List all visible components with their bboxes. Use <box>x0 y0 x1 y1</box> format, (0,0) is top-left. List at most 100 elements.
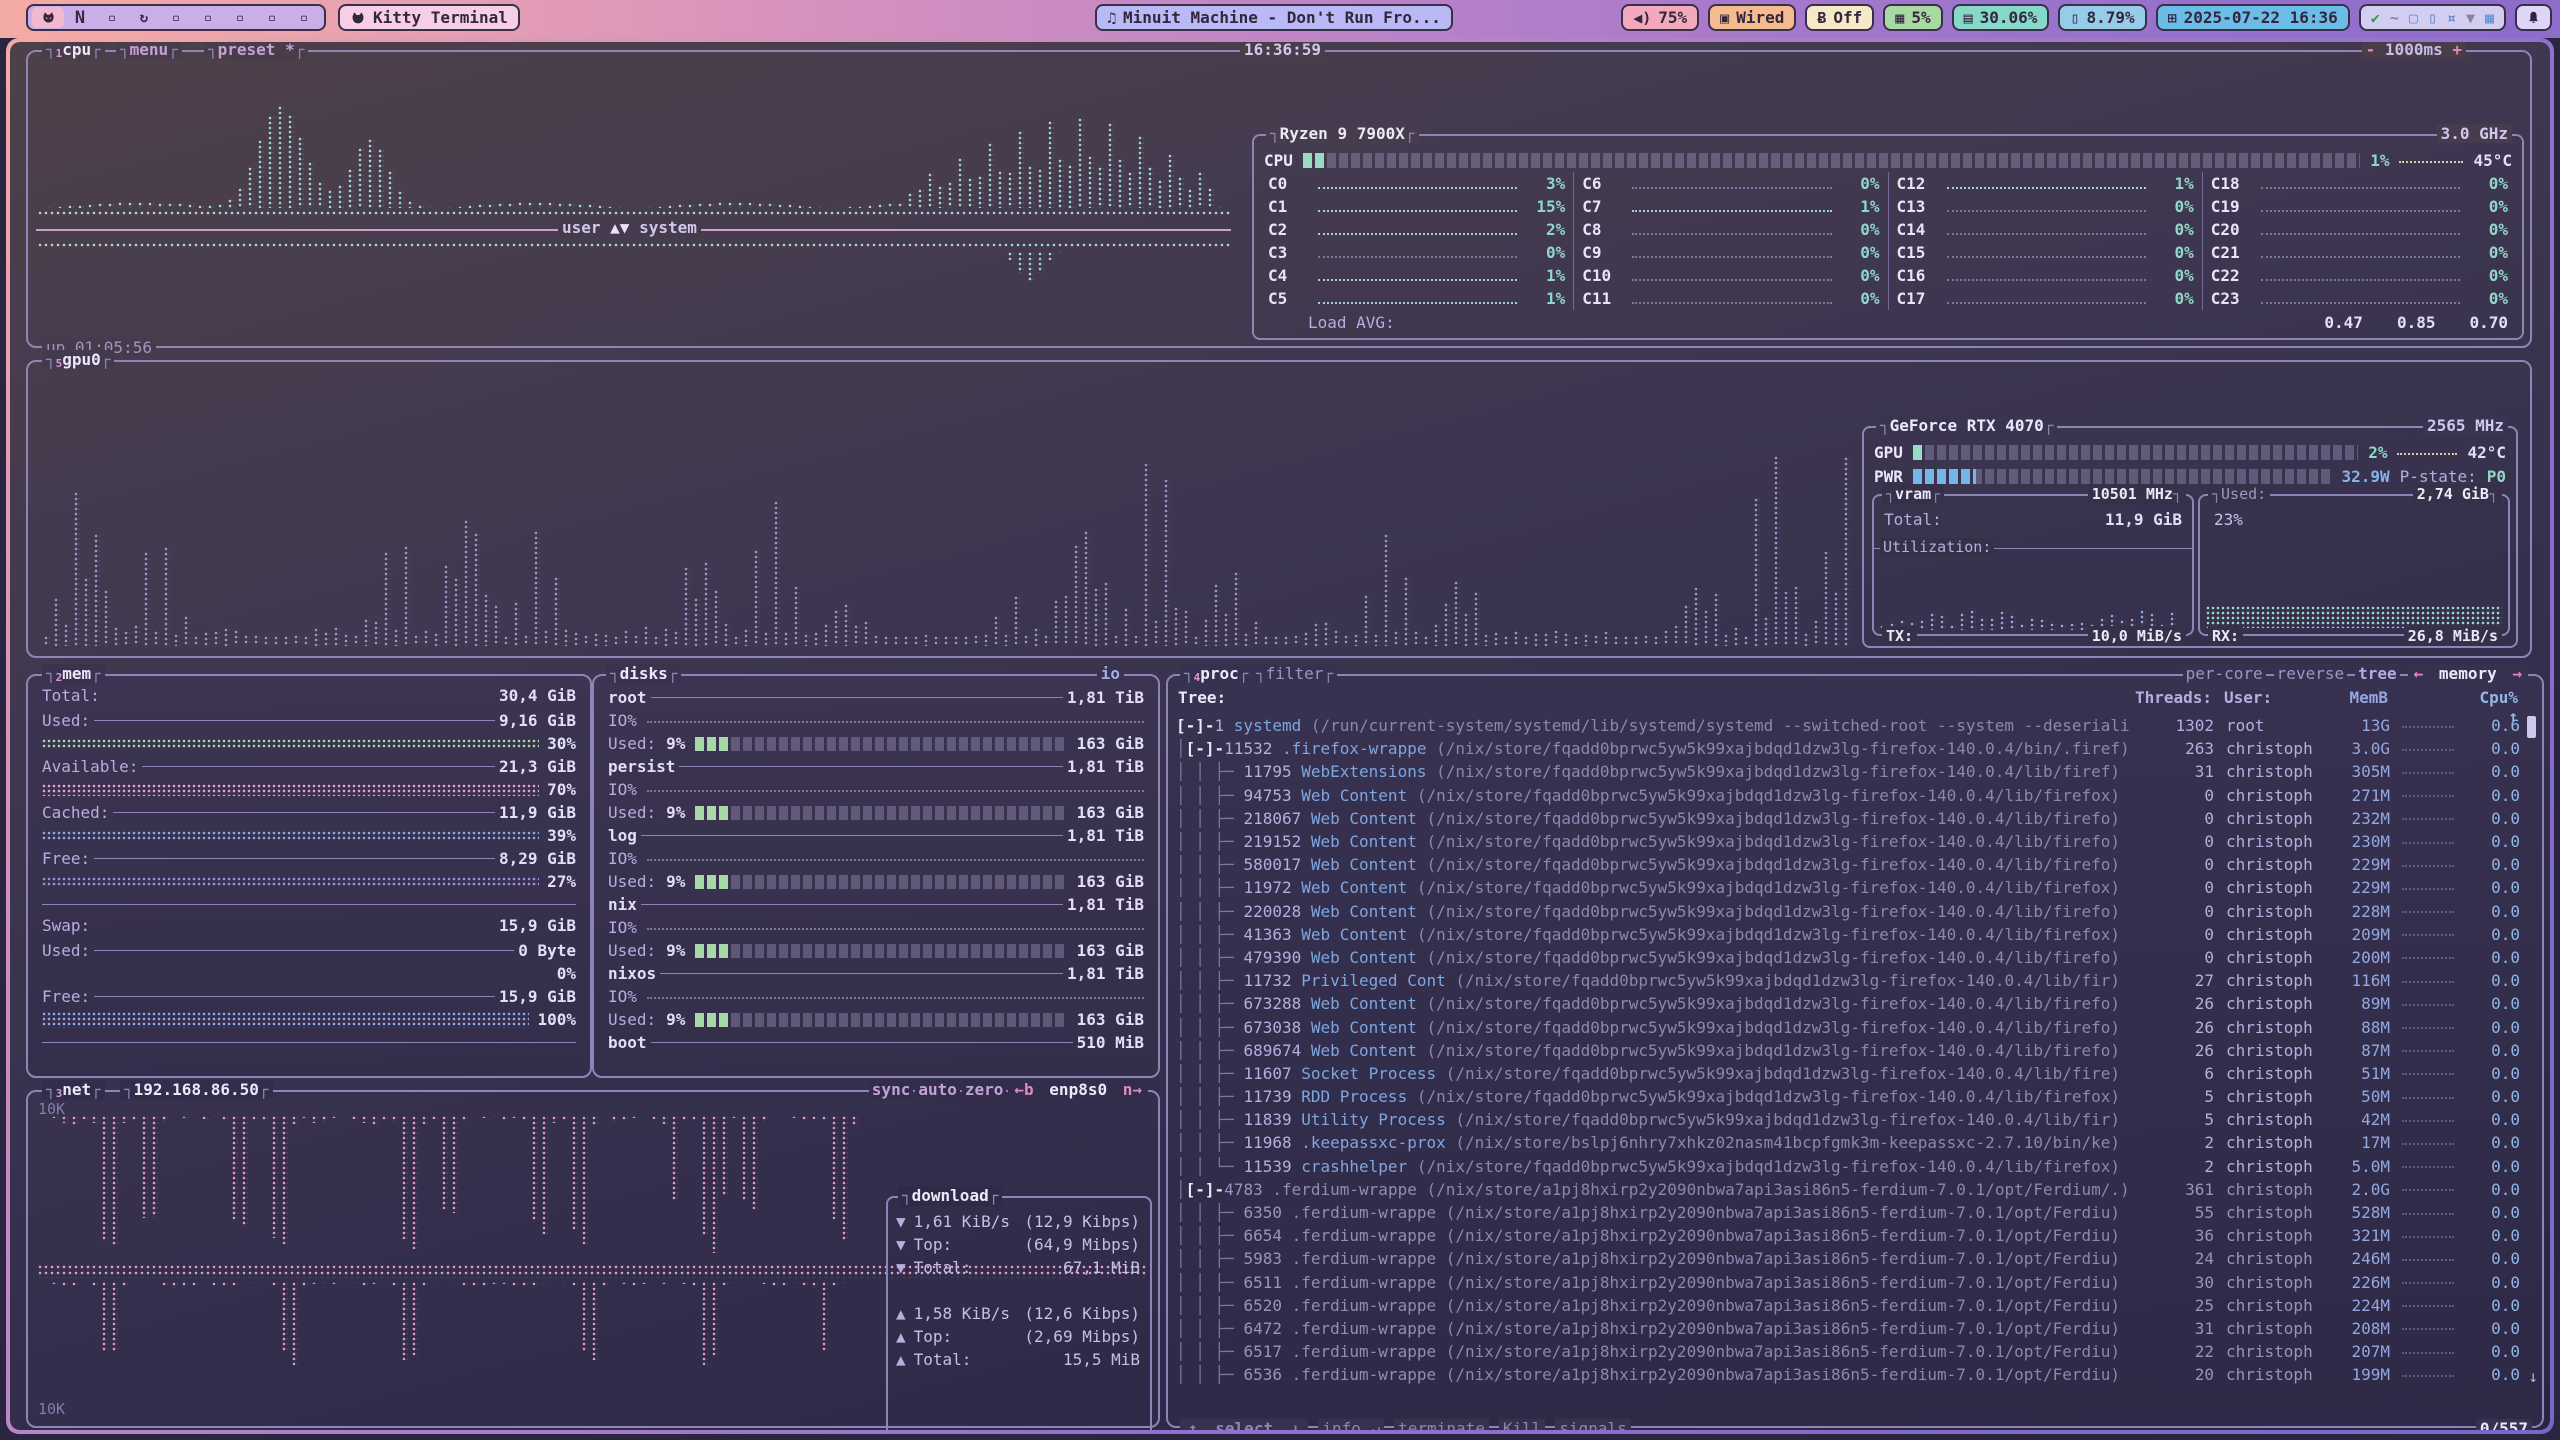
interval-plus-button[interactable]: + <box>2452 42 2462 59</box>
swap-total-value: 15,9 GiB <box>499 916 576 939</box>
volume-pill[interactable]: ◀) 75% <box>1621 4 1699 31</box>
filter-button[interactable]: ┐filter┌ <box>1252 664 1337 684</box>
signals-key[interactable]: signals <box>1555 1419 1630 1430</box>
process-row[interactable]: │ │ ├─ 11839 Utility Process (/nix/store… <box>1176 1108 2520 1131</box>
process-scrollbar[interactable] <box>2527 716 2536 738</box>
net-next-iface-button[interactable]: n→ <box>1120 1080 1145 1099</box>
net-prev-iface-button[interactable]: ←b <box>1011 1080 1036 1099</box>
process-row[interactable]: │ │ ├─ 6654 .ferdium-wrappe (/nix/store/… <box>1176 1224 2520 1247</box>
process-row[interactable]: │ │ ├─ 41363 Web Content (/nix/store/fqa… <box>1176 923 2520 946</box>
scroll-down-indicator[interactable]: ↓ <box>2528 1367 2538 1386</box>
process-row[interactable]: │ │ ├─ 11732 Privileged Cont (/nix/store… <box>1176 969 2520 992</box>
workspace-3-icon[interactable]: ▫ <box>96 7 128 28</box>
process-row[interactable]: [-]-1 systemd (/run/current-system/syste… <box>1176 714 2520 737</box>
process-row[interactable]: │ │ ├─ 5983 .ferdium-wrappe (/nix/store/… <box>1176 1247 2520 1270</box>
process-row[interactable]: │ │ ├─ 6536 .ferdium-wrappe (/nix/store/… <box>1176 1363 2520 1386</box>
workspace-7-icon[interactable]: ▫ <box>224 7 256 28</box>
mem-swap-divider <box>42 904 576 905</box>
update-interval-control[interactable]: - 1000ms + <box>2362 42 2466 59</box>
process-row[interactable]: │ │ ├─ 218067 Web Content (/nix/store/fq… <box>1176 807 2520 830</box>
kill-key[interactable]: Kill <box>1499 1419 1546 1430</box>
disks-io-toggle[interactable]: io <box>1097 664 1124 683</box>
process-row[interactable]: │ │ ├─ 6517 .ferdium-wrappe (/nix/store/… <box>1176 1340 2520 1363</box>
memory-panel-title[interactable]: ┐2mem┌ <box>42 664 105 684</box>
key-tray-icon[interactable]: ¤ <box>2447 9 2456 27</box>
process-row[interactable]: │ │ ├─ 673038 Web Content (/nix/store/fq… <box>1176 1015 2520 1038</box>
clock-pill[interactable]: ⊞ 2025-07-22 16:36 <box>2156 4 2350 31</box>
sort-selector[interactable]: ← memory → <box>2408 664 2528 683</box>
process-row[interactable]: │ │ ├─ 11607 Socket Process (/nix/store/… <box>1176 1062 2520 1085</box>
workspace-4-refresh-icon[interactable]: ↻ <box>128 7 160 28</box>
bluetooth-pill[interactable]: Ƀ Off <box>1805 4 1874 31</box>
gpu-mem-used-box: ┐Used: 2,74 GiB┐ 23% RX: 26,8 MiB/s <box>2198 494 2510 636</box>
process-row[interactable]: │ │ ├─ 6520 .ferdium-wrappe (/nix/store/… <box>1176 1294 2520 1317</box>
workspace-1-cat-icon[interactable] <box>32 7 64 28</box>
process-row[interactable]: │[-]-11532 .firefox-wrappe (/nix/store/f… <box>1176 737 2520 760</box>
cpu-graph-legend[interactable]: user ▲▼ system <box>558 218 701 237</box>
terminate-key[interactable]: terminate <box>1394 1419 1489 1430</box>
vpn-triangle-tray-icon[interactable]: ▼ <box>2466 9 2475 27</box>
reverse-toggle[interactable]: reverse <box>2274 664 2347 683</box>
music-player-pill[interactable]: ♫ Minuit Machine - Don't Run Fro... <box>1095 4 1453 31</box>
disks-panel-title[interactable]: ┐disks┌ <box>606 664 681 684</box>
select-keys[interactable]: ↑ select ↓ <box>1180 1419 1308 1430</box>
wave-tray-icon[interactable]: ~ <box>2390 9 2399 27</box>
menu-button[interactable]: ┐menu┌ <box>116 42 182 60</box>
process-row[interactable]: │ │ ├─ 6350 .ferdium-wrappe (/nix/store/… <box>1176 1201 2520 1224</box>
process-panel-title[interactable]: ┐4proc┌ <box>1180 664 1252 684</box>
process-row[interactable]: │ │ ├─ 689674 Web Content (/nix/store/fq… <box>1176 1039 2520 1062</box>
process-row[interactable]: │ │ ├─ 6511 .ferdium-wrappe (/nix/store/… <box>1176 1271 2520 1294</box>
vram-frequency: 10501 MHz┐ <box>2088 484 2186 504</box>
core-row-C5: C51% <box>1260 287 1573 310</box>
check-circle-tray-icon[interactable]: ✔ <box>2371 9 2380 27</box>
process-row[interactable]: │ │ ├─ 673288 Web Content (/nix/store/fq… <box>1176 992 2520 1015</box>
process-row[interactable]: │ │ ├─ 11739 RDD Process (/nix/store/fqa… <box>1176 1085 2520 1108</box>
preset-button[interactable]: ┐preset *┌ <box>204 42 308 60</box>
phone-tray-icon[interactable]: ▯ <box>2428 9 2437 27</box>
gpu-panel-title[interactable]: ┐5gpu0┌ <box>42 350 114 370</box>
memory-usage-pill[interactable]: ▤ 30.06% <box>1952 4 2050 31</box>
workspace-9-icon[interactable]: ▫ <box>288 7 320 28</box>
process-row[interactable]: │ │ ├─ 219152 Web Content (/nix/store/fq… <box>1176 830 2520 853</box>
process-row[interactable]: │ │ ├─ 11795 WebExtensions (/nix/store/f… <box>1176 760 2520 783</box>
grid-tray-icon[interactable]: ▦ <box>2485 9 2494 27</box>
cpu-panel-title[interactable]: ┐1cpu┌ <box>42 42 105 60</box>
square-tray-icon[interactable]: ▢ <box>2409 9 2418 27</box>
process-row[interactable]: │ │ ├─ 11972 Web Content (/nix/store/fqa… <box>1176 876 2520 899</box>
net-sync-button[interactable]: sync <box>869 1080 914 1099</box>
workspace-2-neovim-icon[interactable]: N <box>64 7 96 28</box>
core-row-C0: C03% <box>1260 172 1573 195</box>
network-pill[interactable]: ▣ Wired <box>1708 4 1796 31</box>
workspace-6-icon[interactable]: ▫ <box>192 7 224 28</box>
notifications-pill[interactable] <box>2515 4 2552 31</box>
process-row[interactable]: │ │ ├─ 479390 Web Content (/nix/store/fq… <box>1176 946 2520 969</box>
process-row[interactable]: │ │ ├─ 94753 Web Content (/nix/store/fqa… <box>1176 784 2520 807</box>
core-row-C19: C190% <box>2203 195 2516 218</box>
process-row[interactable]: │ │ ├─ 11968 .keepassxc-prox (/nix/store… <box>1176 1131 2520 1154</box>
interval-minus-button[interactable]: - <box>2366 42 2376 59</box>
network-value: Wired <box>1736 8 1784 27</box>
info-key[interactable]: info ↵ <box>1318 1419 1384 1430</box>
net-iface-name: enp8s0 <box>1046 1080 1110 1099</box>
music-title: Minuit Machine - Don't Run Fro... <box>1123 8 1441 27</box>
core-row-C22: C220% <box>2203 264 2516 287</box>
process-row[interactable]: │ │ ├─ 6472 .ferdium-wrappe (/nix/store/… <box>1176 1317 2520 1340</box>
window-title-pill[interactable]: Kitty Terminal <box>338 4 520 31</box>
download-title[interactable]: ┐download┌ <box>898 1186 1002 1206</box>
process-row[interactable]: │[-]-4783 .ferdium-wrappe (/nix/store/a1… <box>1176 1178 2520 1201</box>
disk-io-row: IO% <box>608 916 1144 939</box>
tree-toggle[interactable]: tree <box>2355 664 2400 683</box>
cpu-usage-pill[interactable]: ▦ 5% <box>1883 4 1942 31</box>
network-panel-title[interactable]: ┐3net┌ <box>42 1080 105 1100</box>
process-row[interactable]: │ │ └─ 11539 crashhelper (/nix/store/fqa… <box>1176 1155 2520 1178</box>
vram-box: ┐vram┌ 10501 MHz┐ Total: 11,9 GiB Utiliz… <box>1872 494 2194 636</box>
workspace-5-icon[interactable]: ▫ <box>160 7 192 28</box>
net-zero-button[interactable]: zero <box>962 1080 1007 1099</box>
gpu-frequency: 2565 MHz <box>2423 416 2508 435</box>
process-row[interactable]: │ │ ├─ 220028 Web Content (/nix/store/fq… <box>1176 900 2520 923</box>
process-row[interactable]: │ │ ├─ 580017 Web Content (/nix/store/fq… <box>1176 853 2520 876</box>
workspace-8-icon[interactable]: ▫ <box>256 7 288 28</box>
net-auto-button[interactable]: auto <box>915 1080 960 1099</box>
disk-usage-pill[interactable]: ▯ 8.79% <box>2058 4 2146 31</box>
per-core-toggle[interactable]: per-core <box>2183 664 2266 683</box>
